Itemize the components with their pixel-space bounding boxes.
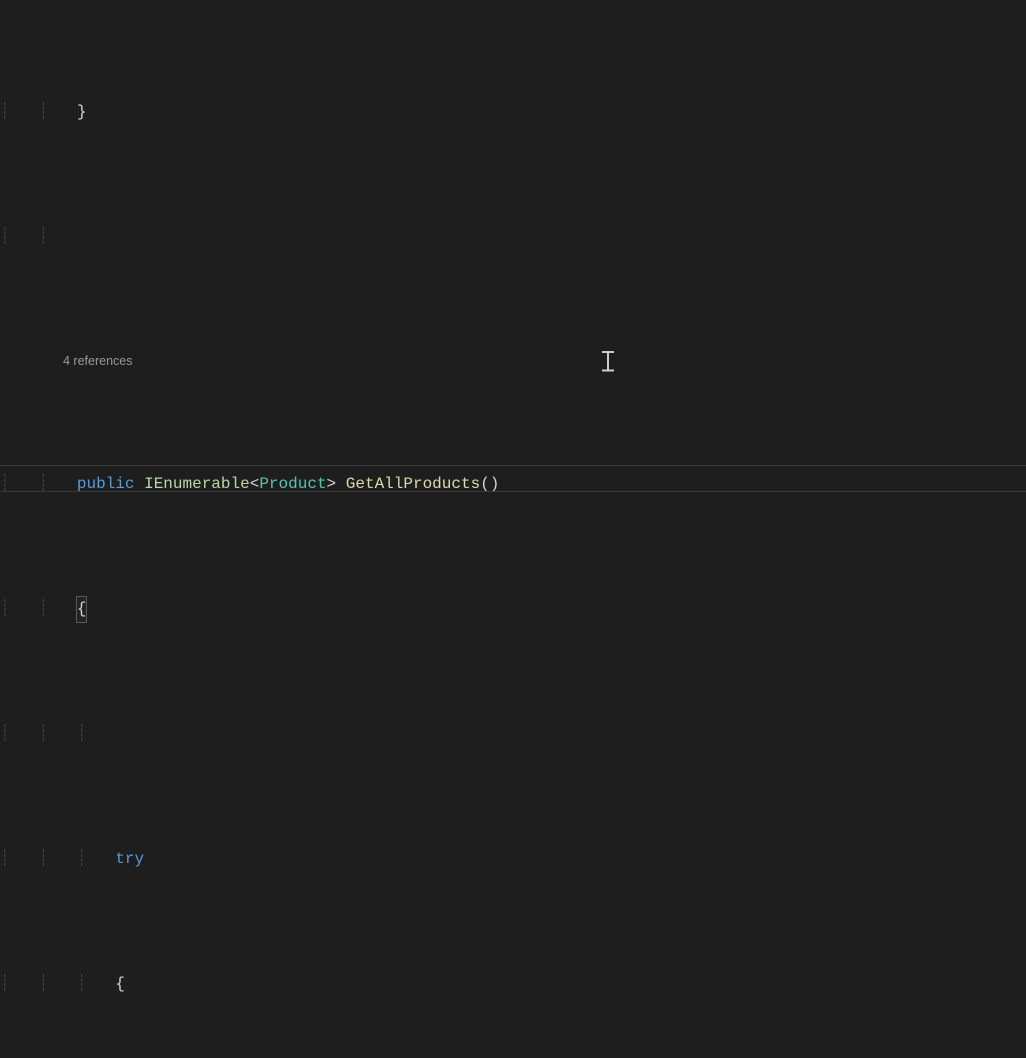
code-editor[interactable]: ┊ ┊ } ┊ ┊ 4 references ┊ ┊ public IEnume… xyxy=(0,0,1026,1058)
brace-close: } xyxy=(77,100,87,125)
codelens-references[interactable]: 4 references xyxy=(0,350,1026,372)
brace-open-method: { xyxy=(77,597,87,622)
keyword-try: try xyxy=(115,847,144,872)
indent-guide: ┊ ┊ xyxy=(0,100,77,125)
divider-region xyxy=(0,465,1026,492)
brace-open: { xyxy=(115,972,125,997)
